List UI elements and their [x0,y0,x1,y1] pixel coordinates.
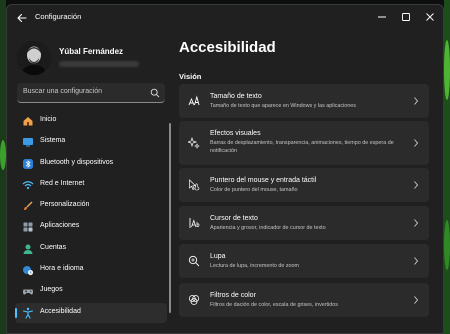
text-cursor-icon [189,218,200,228]
page-title: Accesibilidad [179,39,276,56]
close-button[interactable] [421,9,439,25]
profile-name: Yúbal Fernández [59,47,124,56]
card-description: Apariencia y grosor, indicador de cursor… [210,225,326,231]
sidebar-item-cuentas[interactable]: Cuentas [15,239,167,259]
sidebar-item-label: Juegos [40,286,63,294]
close-icon [426,13,434,21]
chevron-right-icon [414,181,419,189]
sidebar-item-label: Sistema [40,137,66,145]
chevron-right-icon [414,139,419,147]
card-description: Lectura de lupa, incremento de zoom [210,263,299,269]
magnifier-icon [188,255,200,267]
card-title: Filtros de color [210,292,256,299]
pointer-icon [189,179,200,191]
sidebar-nav: Inicio Sistema Bluetooth y dispositivos … [15,111,167,324]
search-placeholder: Buscar una configuración [23,88,102,95]
chevron-right-icon [414,296,419,304]
system-icon [23,138,33,147]
section-title: Visión [179,72,202,81]
avatar [17,41,51,75]
home-icon [23,117,33,126]
sidebar-item-label: Accesibilidad [40,307,81,315]
card-title: Lupa [210,253,226,260]
card-visual-effects[interactable]: Efectos visuales Barras de desplazamient… [179,121,429,165]
minimize-icon [378,16,386,18]
globe-clock-icon [23,266,34,276]
chevron-right-icon [414,257,419,265]
bluetooth-icon [23,158,33,169]
selection-indicator [15,307,17,318]
wallpaper-blob [444,220,450,270]
wallpaper-blob [444,40,450,100]
back-arrow-icon[interactable] [15,11,29,25]
search-input[interactable]: Buscar una configuración [17,83,165,103]
sparkle-icon [188,137,200,149]
sidebar-item-accesibilidad[interactable]: Accesibilidad [15,302,167,323]
sidebar-item-label: Red e Internet [40,179,85,187]
brush-icon [24,201,33,211]
sidebar-item-juegos[interactable]: Juegos [15,281,167,301]
card-text-cursor[interactable]: Cursor de texto Apariencia y grosor, ind… [179,206,429,240]
account-icon [23,244,33,254]
sidebar-item-label: Inicio [40,116,57,123]
sidebar-item-red[interactable]: Red e Internet [15,175,167,195]
card-description: Color de puntero del mouse, tamaño [210,187,298,193]
apps-icon [23,222,33,232]
card-description: Filtros de dación de color, escala de gr… [210,302,338,308]
settings-window: Configuración Yúbal Fernández Buscar una… [6,4,444,334]
sidebar-item-label: Hora e idioma [40,265,84,273]
minimize-button[interactable] [373,9,391,25]
card-title: Tamaño de texto [210,93,262,100]
card-title: Puntero del mouse y entrada táctil [210,177,317,184]
card-description: Barras de desplazamiento, transparencia,… [210,140,394,154]
card-magnifier[interactable]: Lupa Lectura de lupa, incremento de zoom [179,244,429,278]
gamepad-icon [23,289,33,295]
wifi-icon [22,181,34,189]
sidebar-item-personalizacion[interactable]: Personalización [15,196,167,216]
window-title: Configuración [35,12,82,21]
color-filter-icon [188,295,200,305]
sidebar-item-label: Cuentas [40,243,67,251]
sidebar-item-label: Personalización [40,201,90,209]
sidebar-item-bluetooth[interactable]: Bluetooth y dispositivos [15,154,167,174]
sidebar-item-aplicaciones[interactable]: Aplicaciones [15,217,167,237]
card-mouse-pointer[interactable]: Puntero del mouse y entrada táctil Color… [179,168,429,202]
card-text-size[interactable]: Tamaño de texto Tamaño de texto que apar… [179,84,429,118]
sidebar-scrollbar[interactable] [169,123,171,313]
search-icon [150,88,160,98]
sidebar-item-label: Bluetooth y dispositivos [40,158,114,166]
chevron-right-icon [414,219,419,227]
sidebar-item-hora[interactable]: Hora e idioma [15,260,167,280]
card-title: Efectos visuales [210,130,261,137]
sidebar-item-inicio[interactable]: Inicio [15,111,167,131]
text-size-icon [188,95,200,106]
card-title: Cursor de texto [210,215,258,222]
card-description: Tamaño de texto que aparece en Windows y… [210,103,356,109]
sidebar-item-label: Aplicaciones [40,222,80,230]
chevron-right-icon [414,97,419,105]
maximize-icon [402,13,410,21]
maximize-button[interactable] [397,9,415,25]
accessibility-icon [22,307,34,319]
title-bar: Configuración [7,5,443,31]
sidebar-item-sistema[interactable]: Sistema [15,132,167,152]
profile-email-redacted [59,61,139,67]
card-color-filters[interactable]: Filtros de color Filtros de dación de co… [179,283,429,317]
